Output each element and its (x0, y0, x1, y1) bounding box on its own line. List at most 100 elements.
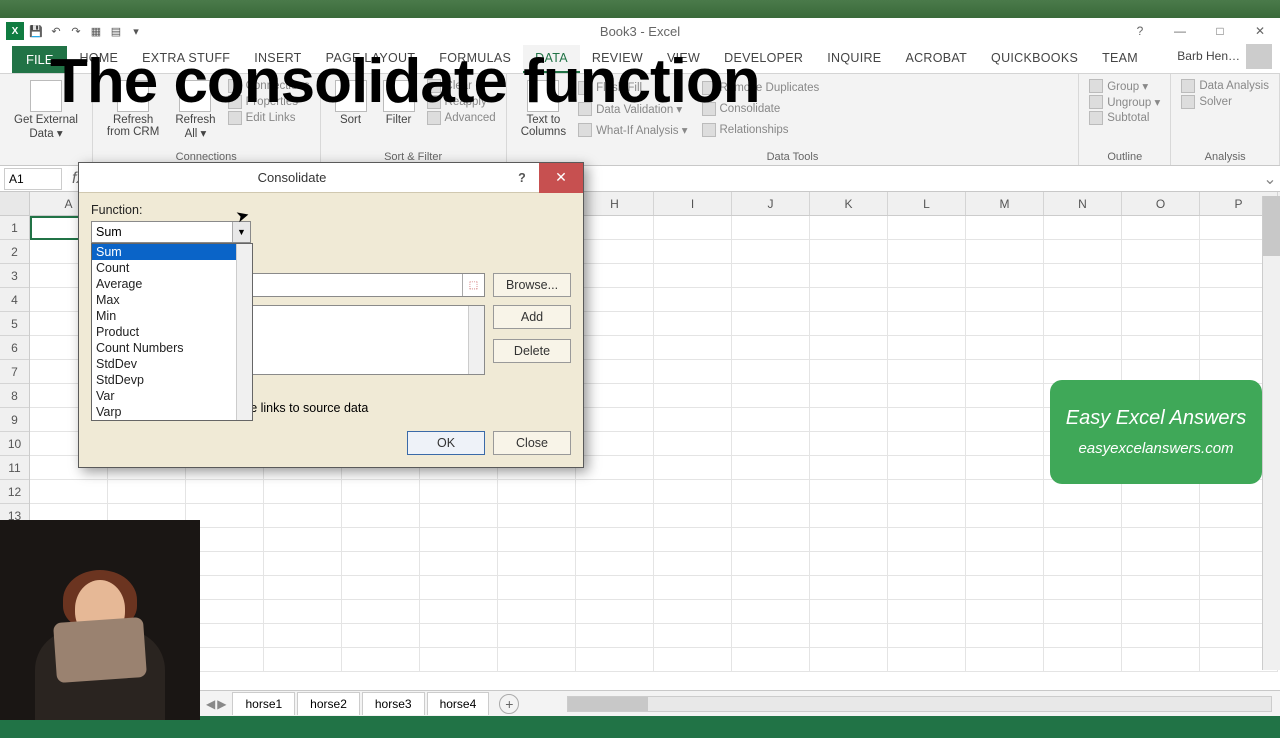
ribbon-tab-quickbooks[interactable]: QuickBooks (979, 45, 1090, 73)
cell[interactable] (732, 240, 810, 264)
cell[interactable] (966, 408, 1044, 432)
cell[interactable] (732, 288, 810, 312)
cell[interactable] (498, 552, 576, 576)
cell[interactable] (1122, 336, 1200, 360)
cell[interactable] (732, 456, 810, 480)
cell[interactable] (1044, 504, 1122, 528)
cell[interactable] (576, 408, 654, 432)
cell[interactable] (498, 648, 576, 672)
cell[interactable] (1044, 648, 1122, 672)
cell[interactable] (654, 408, 732, 432)
cell[interactable] (888, 576, 966, 600)
cell[interactable] (966, 528, 1044, 552)
user-account[interactable]: Barb Hen… (1169, 39, 1280, 73)
function-option[interactable]: Min (92, 308, 252, 324)
cell[interactable] (498, 600, 576, 624)
cell[interactable] (1044, 288, 1122, 312)
maximize-button[interactable]: □ (1200, 18, 1240, 44)
cell[interactable] (810, 408, 888, 432)
cell[interactable] (576, 384, 654, 408)
cell[interactable] (888, 600, 966, 624)
cell[interactable] (654, 528, 732, 552)
cell[interactable] (576, 336, 654, 360)
cell[interactable] (1122, 528, 1200, 552)
cell[interactable] (732, 504, 810, 528)
cell[interactable] (654, 240, 732, 264)
cell[interactable] (732, 528, 810, 552)
cell[interactable] (1044, 528, 1122, 552)
function-option[interactable]: StdDevp (92, 372, 252, 388)
cell[interactable] (1122, 312, 1200, 336)
cell[interactable] (576, 648, 654, 672)
cell[interactable] (810, 528, 888, 552)
cell[interactable] (420, 552, 498, 576)
row-header[interactable]: 6 (0, 336, 29, 360)
cell[interactable] (888, 648, 966, 672)
cell[interactable] (342, 648, 420, 672)
column-header[interactable]: K (810, 192, 888, 215)
cell[interactable] (966, 504, 1044, 528)
cell[interactable] (966, 432, 1044, 456)
cell[interactable] (1122, 648, 1200, 672)
cell[interactable] (498, 504, 576, 528)
cell[interactable] (576, 264, 654, 288)
cell[interactable] (1044, 312, 1122, 336)
cell[interactable] (810, 240, 888, 264)
cell[interactable] (888, 312, 966, 336)
cell[interactable] (888, 624, 966, 648)
column-header[interactable]: N (1044, 192, 1122, 215)
cell[interactable] (654, 360, 732, 384)
cell[interactable] (108, 480, 186, 504)
column-header[interactable]: M (966, 192, 1044, 215)
cell[interactable] (966, 384, 1044, 408)
cell[interactable] (1044, 552, 1122, 576)
cell[interactable] (576, 552, 654, 576)
ribbon-item[interactable]: Subtotal (1089, 110, 1160, 126)
cell[interactable] (966, 552, 1044, 576)
row-header[interactable]: 10 (0, 432, 29, 456)
ribbon-item[interactable]: Data Analysis (1181, 78, 1269, 94)
name-box[interactable] (4, 168, 62, 190)
cell[interactable] (264, 480, 342, 504)
cell[interactable] (498, 480, 576, 504)
cell[interactable] (576, 480, 654, 504)
save-icon[interactable]: 💾 (28, 23, 44, 39)
browse-button[interactable]: Browse... (493, 273, 571, 297)
cell[interactable] (1044, 600, 1122, 624)
cell[interactable] (576, 216, 654, 240)
cell[interactable] (888, 528, 966, 552)
cell[interactable] (654, 288, 732, 312)
cell[interactable] (1122, 576, 1200, 600)
cell[interactable] (654, 216, 732, 240)
cell[interactable] (654, 456, 732, 480)
close-button[interactable]: ✕ (1240, 18, 1280, 44)
cell[interactable] (576, 240, 654, 264)
cell[interactable] (810, 288, 888, 312)
cell[interactable] (576, 360, 654, 384)
redo-icon[interactable]: ↷ (68, 23, 84, 39)
cell[interactable] (966, 216, 1044, 240)
cell[interactable] (576, 312, 654, 336)
ribbon-tab-inquire[interactable]: INQUIRE (815, 45, 893, 73)
cell[interactable] (966, 480, 1044, 504)
ribbon-item[interactable]: Ungroup ▾ (1089, 94, 1160, 110)
cell[interactable] (1044, 264, 1122, 288)
cell[interactable] (810, 648, 888, 672)
cell[interactable] (732, 216, 810, 240)
cell[interactable] (576, 456, 654, 480)
cell[interactable] (966, 624, 1044, 648)
cell[interactable] (264, 576, 342, 600)
row-header[interactable]: 8 (0, 384, 29, 408)
sheet-tab[interactable]: horse3 (362, 692, 425, 715)
function-option[interactable]: Max (92, 292, 252, 308)
cell[interactable] (1044, 624, 1122, 648)
row-header[interactable]: 2 (0, 240, 29, 264)
function-option[interactable]: Count Numbers (92, 340, 252, 356)
column-header[interactable]: O (1122, 192, 1200, 215)
cell[interactable] (654, 480, 732, 504)
cell[interactable] (732, 312, 810, 336)
cell[interactable] (1122, 504, 1200, 528)
row-header[interactable]: 4 (0, 288, 29, 312)
cell[interactable] (420, 528, 498, 552)
function-option[interactable]: Count (92, 260, 252, 276)
